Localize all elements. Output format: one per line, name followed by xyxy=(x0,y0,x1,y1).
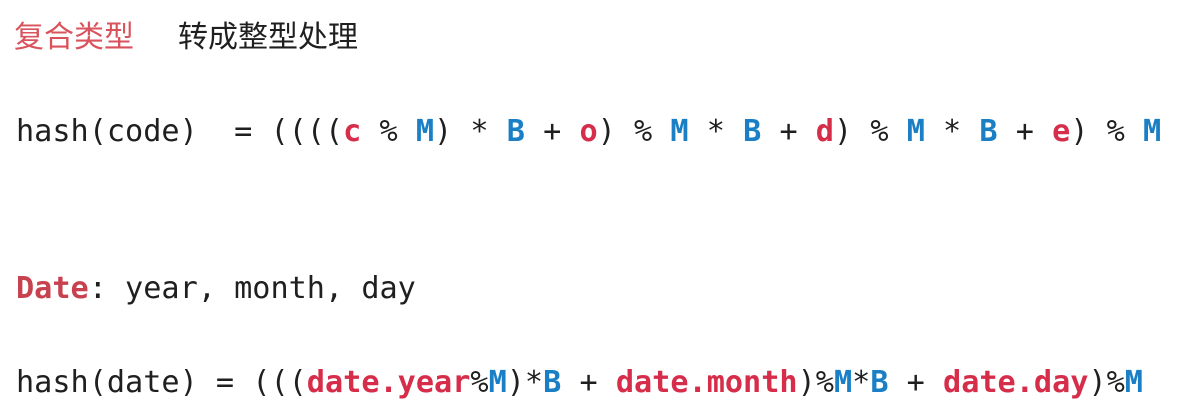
heading-title: 复合类型 xyxy=(14,20,134,55)
operator-text: ) % xyxy=(597,114,671,149)
constant-token: M xyxy=(488,365,507,400)
constant-token: B xyxy=(543,365,562,400)
operator-text: * xyxy=(924,114,980,149)
operator-text: % xyxy=(470,365,489,400)
constant-token: M xyxy=(833,365,853,400)
operator-text: + xyxy=(888,365,944,400)
constant-token: M xyxy=(1124,365,1143,400)
operator-text: * xyxy=(688,114,744,149)
variable-token: date.year xyxy=(306,365,471,400)
constant-token: M xyxy=(670,114,689,149)
constant-token: M xyxy=(1143,114,1162,149)
date-fields-line: Date: year, month, day xyxy=(16,269,416,309)
operator-text: + xyxy=(561,365,616,400)
variable-token: e xyxy=(1052,114,1071,149)
constant-token: B xyxy=(506,114,525,149)
variable-token: o xyxy=(579,114,598,149)
operator-text: hash(date) = ((( xyxy=(16,365,307,400)
constant-token: B xyxy=(743,114,762,149)
constant-token: B xyxy=(870,365,889,400)
operator-text: : year, month, day xyxy=(88,271,416,306)
variable-token: d xyxy=(815,114,834,149)
constant-token: M xyxy=(906,114,925,149)
type-keyword: Date xyxy=(16,271,89,306)
variable-token: date.day xyxy=(943,365,1089,400)
operator-text: + xyxy=(997,114,1053,149)
operator-text: hash(code) = (((( xyxy=(16,114,344,149)
operator-text: )% xyxy=(1088,365,1125,400)
operator-text: ) % xyxy=(833,114,907,149)
variable-token: date.month xyxy=(615,365,798,400)
code-hash-formula: hash(code) = ((((c % M) * B + o) % M * B… xyxy=(16,112,1161,152)
constant-token: M xyxy=(415,114,435,149)
operator-text: + xyxy=(761,114,816,149)
operator-text: )* xyxy=(506,365,544,400)
operator-text: ) * xyxy=(434,114,507,149)
variable-token: c xyxy=(343,114,362,149)
heading-subtitle: 转成整型处理 xyxy=(178,20,358,55)
date-hash-formula: hash(date) = (((date.year%M)*B + date.mo… xyxy=(16,363,1143,403)
constant-token: B xyxy=(979,114,998,149)
operator-text: + xyxy=(524,114,580,149)
operator-text: % xyxy=(361,114,416,149)
slide-heading: 复合类型 转成整型处理 xyxy=(14,18,358,58)
operator-text: ) % xyxy=(1070,114,1144,149)
operator-text: * xyxy=(852,365,871,400)
operator-text: )% xyxy=(797,365,834,400)
